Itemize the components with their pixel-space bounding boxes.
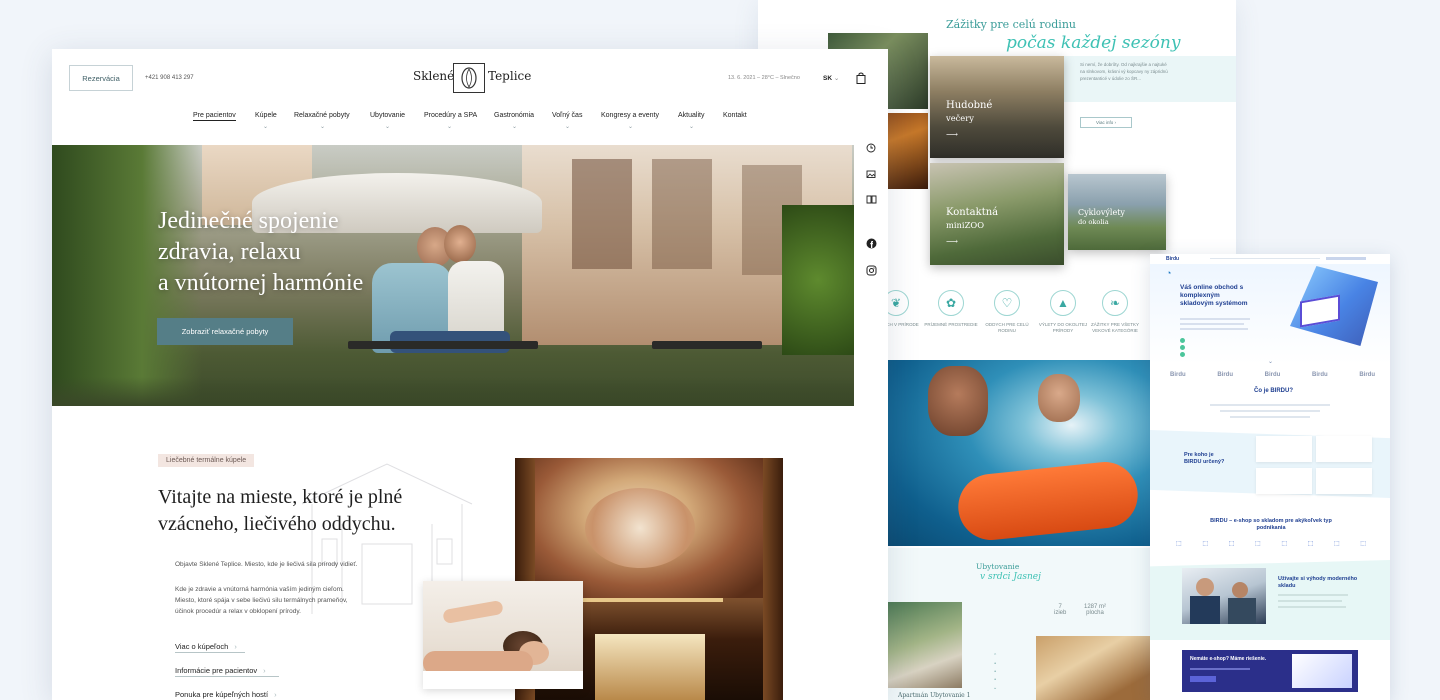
chevron-down-icon: ⌄ [320, 124, 326, 130]
client-logos: Birdu Birdu Birdu Birdu Birdu [1170, 372, 1375, 378]
nav-kongresy-eventy[interactable]: Kongresy a eventy [601, 112, 659, 119]
book-icon[interactable] [863, 194, 879, 207]
reservation-button[interactable]: Rezervácia [69, 65, 133, 91]
chevron-down-icon: ⌄ [512, 124, 518, 130]
cart-icon[interactable] [856, 71, 866, 84]
feature-3: ♡ Oddych pre celú rodinu [977, 290, 1037, 335]
feature-2: ✿ Príjemné prostredie [921, 290, 981, 328]
tile-music-evenings[interactable]: Hudobné večery ⟶ [930, 56, 1064, 158]
feature-5: ❧ Zážitky pre všetky vekové kategórie [1085, 290, 1145, 335]
what-is-title: Čo je BIRDU? [1254, 388, 1293, 394]
intro-text: Si nemí, že dobrôty. Od najkrajšie a naj… [1080, 62, 1168, 81]
phone-number[interactable]: +421 908 413 297 [145, 75, 194, 81]
arrow-right-icon: › [274, 690, 277, 699]
link-guest-offer[interactable]: Ponuka pre kúpeľných hostí › [175, 690, 277, 699]
logo-text-right: Teplice [488, 69, 532, 83]
logo-emblem-icon [453, 63, 485, 93]
nav-procedury-spa[interactable]: Procedúry a SPA [424, 112, 477, 119]
link-about-spa[interactable]: Viac o kúpeľoch › [175, 642, 237, 651]
room-caption: Apartmán Ubytovanie 1 [898, 692, 971, 699]
logo-text-left: Sklené [413, 69, 455, 83]
bird-icon: ◔ [1166, 268, 1172, 278]
date-weather: 13. 6. 2021 – 28°C – Slnečno [728, 75, 800, 81]
photo-pool [888, 360, 1150, 546]
leaf-icon: ❧ [1102, 290, 1128, 316]
chevron-down-icon: ⌄ [565, 124, 571, 130]
nav-ubytovanie[interactable]: Ubytovanie [370, 112, 405, 119]
hero-title: Jedinečné spojenie zdravia, relaxu a vnú… [158, 208, 364, 296]
category-tag: Liečebné termálne kúpele [158, 454, 255, 467]
tile-cycling[interactable]: Cyklovýlety do okolia [1068, 174, 1166, 250]
nav-kontakt[interactable]: Kontakt [723, 112, 747, 119]
clock-icon[interactable] [863, 143, 879, 156]
eshop-title: BIRDU – e-shop so skladom pre akýkoľvek … [1210, 518, 1332, 532]
preview-card-birdu: Birdu ◔ Váš online obchod s komplexným s… [1150, 254, 1390, 700]
nav-gastronomia[interactable]: Gastronómia [494, 112, 534, 119]
chevron-down-icon: ⌄ [263, 124, 269, 130]
benefit-title: Užívajte si výhody moderného skladu [1278, 576, 1358, 589]
arrow-right-icon: › [234, 642, 237, 651]
link-patient-info[interactable]: Informácie pre pacientov › [175, 666, 266, 675]
nav-volny-cas[interactable]: Voľný čas [552, 112, 582, 119]
chevron-down-icon[interactable]: ⌄ [1268, 358, 1273, 365]
instagram-icon[interactable] [863, 265, 879, 279]
facebook-icon[interactable] [863, 238, 879, 252]
feature-icons-row: ⬚ ⬚ ⬚ ⬚ ⬚ ⬚ ⬚ ⬚ [1176, 541, 1366, 547]
accommodation-script: v srdci Jasnej [980, 572, 1041, 582]
nav-relaxacne-pobyty[interactable]: Relaxačné pobyty [294, 112, 350, 119]
chevron-down-icon: ⌄ [447, 124, 453, 130]
stat-area: 1287 m² plocha [1084, 604, 1107, 616]
section-title: Zážitky pre celú rodinu [946, 18, 1076, 31]
nav-pre-pacientov[interactable]: Pre pacientov [193, 112, 236, 121]
slider-dots[interactable]: ⌃ • • • ⌄ [993, 652, 997, 692]
who-title: Pre koho je BIRDU určený? [1184, 452, 1225, 465]
photo-room [888, 602, 962, 688]
tile-mini-zoo[interactable]: Kontaktná miniZOO ⟶ [930, 163, 1064, 265]
mountain-icon: ▲ [1050, 290, 1076, 316]
feature-4: ▲ Výlety do okolitej prírody [1033, 290, 1093, 335]
arrow-right-icon: › [263, 666, 266, 675]
photo-apartment [1036, 636, 1150, 700]
chevron-down-icon: ⌄ [833, 75, 840, 82]
chevron-down-icon: ⌄ [385, 124, 391, 130]
chevron-down-icon: ⌄ [689, 124, 695, 130]
chevron-down-icon: ⌄ [628, 124, 634, 130]
photo-massage [423, 581, 583, 689]
birdu-hero-title: Váš online obchod s komplexným skladovým… [1180, 284, 1248, 308]
section-script-title: počas každej sezóny [1006, 33, 1181, 53]
preview-card-sklene-teplice: Rezervácia +421 908 413 297 Sklené Tepli… [52, 49, 888, 700]
more-info-button[interactable]: Viac info › [1080, 117, 1132, 128]
nav-aktuality[interactable]: Aktuality [678, 112, 704, 119]
nav-kupele[interactable]: Kúpele [255, 112, 277, 119]
accommodation-title: Ubytovanie [976, 562, 1020, 571]
flower-icon: ✿ [938, 290, 964, 316]
cta-banner[interactable]: Nemáte e-shop? Máme riešenie. [1182, 650, 1358, 692]
birdu-logo: Birdu [1166, 256, 1180, 262]
hero-cta-button[interactable]: Zobraziť relaxačné pobyty [157, 318, 293, 345]
image-icon[interactable] [863, 169, 879, 182]
language-switcher[interactable]: SK ⌄ [823, 74, 839, 82]
stat-rooms: 7 izieb [1054, 604, 1067, 616]
heart-icon: ♡ [994, 290, 1020, 316]
photo-business [1182, 568, 1266, 624]
